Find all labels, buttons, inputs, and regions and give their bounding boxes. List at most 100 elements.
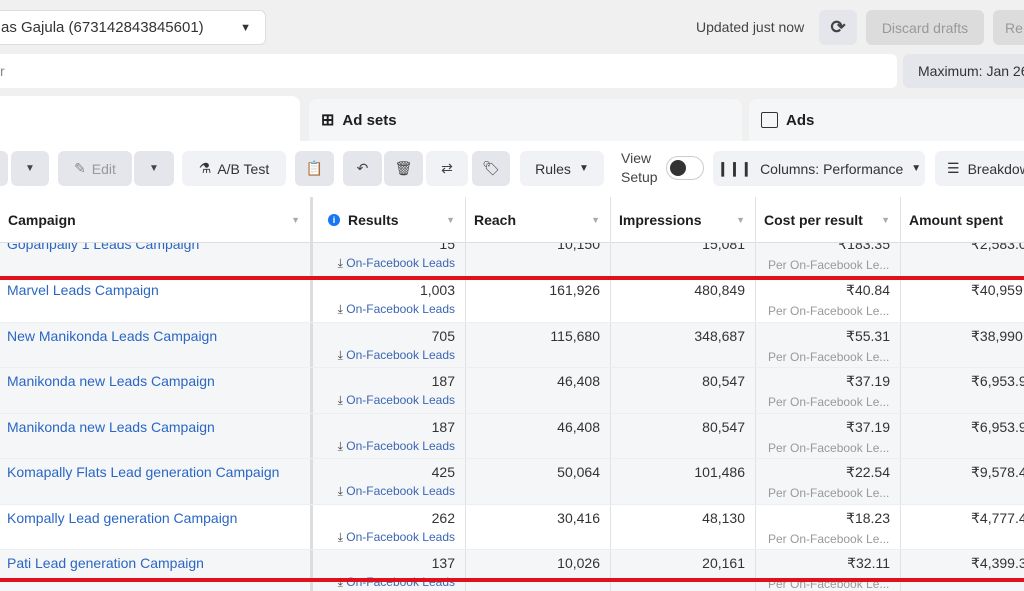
cell-name[interactable]: Komapally Flats Lead generation Campaign (0, 459, 313, 504)
table-row[interactable]: New Manikonda Leads Campaign 705 ⤓ On-Face… (0, 322, 1024, 368)
campaign-link[interactable]: Pati Lead generation Campaign (7, 555, 300, 571)
refresh-button[interactable]: ⟳ (819, 10, 857, 45)
table-row[interactable]: Kompally Lead generation Campaign 262 ⤓ On… (0, 504, 1024, 550)
rules-button[interactable]: Rules ▼ (520, 151, 604, 186)
sort-icon: ▼ (446, 215, 455, 225)
cell-reach: 161,926 (466, 277, 611, 322)
col-cost-per-result[interactable]: Cost per result ▼ (756, 197, 901, 243)
cell-name[interactable]: New Manikonda Leads Campaign (0, 322, 313, 367)
col-campaign[interactable]: Campaign ▼ (0, 197, 313, 243)
cell-impressions: 48,130 (611, 504, 756, 549)
result-type: ⤓ On-Facebook Leads (337, 302, 455, 316)
cell-cpr: ₹37.19 Per On-Facebook Le... (756, 368, 901, 413)
delete-button[interactable]: 🗑 (384, 151, 423, 186)
cost-type: Per On-Facebook Le... (768, 258, 890, 272)
result-type: ⤓ On-Facebook Leads (337, 347, 455, 362)
clipboard-icon: 📋 (305, 160, 324, 176)
cell-value: ₹6,953.9 (971, 373, 1024, 389)
cell-value: ₹40,959.0 (971, 282, 1024, 298)
cell-value: 480,849 (694, 282, 745, 298)
cell-value: ₹4,777.4 (971, 509, 1024, 526)
cell-value: ₹38,990.1 (971, 327, 1024, 344)
result-type: ⤓ On-Facebook Leads (337, 256, 455, 270)
cell-value: 161,926 (549, 282, 600, 298)
col-reach[interactable]: Reach ▼ (466, 197, 611, 243)
view-setup-toggle[interactable] (666, 156, 704, 180)
campaign-link[interactable]: Kompally Lead generation Campaign (7, 510, 300, 526)
create-button-part[interactable] (0, 151, 8, 186)
cell-value: ₹37.19 (846, 373, 890, 389)
pencil-icon: ✎ (74, 160, 86, 176)
highlight-line (0, 276, 1024, 280)
cost-type: Per On-Facebook Le... (768, 440, 890, 455)
cell-results: 1,003 ⤓ On-Facebook Leads (320, 277, 466, 322)
col-amount-spent[interactable]: Amount spent (901, 197, 1024, 243)
info-icon: i (328, 214, 340, 226)
view-setup-label: View Setup (621, 150, 658, 185)
cell-value: ₹22.54 (846, 464, 890, 480)
cell-value: 187 (431, 373, 455, 389)
ad-icon (761, 112, 778, 128)
edit-button[interactable]: ✎ Edit (58, 151, 132, 186)
cell-name[interactable]: Manikonda new Leads Campaign (0, 368, 313, 413)
download-icon: ⤓ (337, 256, 347, 270)
duplicate-button[interactable]: 📋 (295, 151, 334, 186)
cell-name[interactable]: Kompally Lead generation Campaign (0, 504, 313, 549)
ab-test-button[interactable]: ⚗ A/B Test (182, 151, 286, 186)
cell-value: 46,408 (557, 373, 600, 389)
edit-dropdown-button[interactable]: ▼ (134, 151, 174, 186)
chevron-down-icon: ▼ (911, 163, 922, 174)
col-impressions[interactable]: Impressions ▼ (611, 197, 756, 243)
cell-value: 30,416 (557, 509, 600, 526)
chevron-down-icon: ▼ (149, 163, 159, 174)
chevron-down-icon: ▼ (25, 163, 35, 174)
cell-value: ₹55.31 (846, 327, 890, 344)
cell-spent: ₹40,959.0 (901, 277, 1024, 322)
cell-spent: ₹9,578.4 (901, 459, 1024, 504)
cell-name[interactable]: Pati Lead generation Campaign (0, 550, 313, 591)
create-dropdown-button[interactable]: ▼ (11, 151, 49, 186)
cell-reach: 30,416 (466, 504, 611, 549)
cell-results: 262 ⤓ On-Facebook Leads (320, 504, 466, 549)
table-row[interactable]: Komapally Flats Lead generation Campaign… (0, 459, 1024, 505)
tab-campaigns[interactable] (0, 96, 300, 141)
account-name: as Gajula (673142843845601) (1, 19, 204, 36)
cell-value: 48,130 (702, 509, 745, 526)
search-input[interactable]: r (0, 54, 897, 88)
cell-name[interactable]: Marvel Leads Campaign (0, 277, 313, 322)
table-row[interactable]: Marvel Leads Campaign 1,003 ⤓ On-Facebook … (0, 277, 1024, 323)
tab-ad-sets[interactable]: ⊞ Ad sets (309, 99, 742, 141)
discard-drafts-button[interactable]: Discard drafts (866, 10, 984, 45)
campaign-link[interactable]: Manikonda new Leads Campaign (7, 373, 300, 389)
columns-button[interactable]: ❙❙❙ Columns: Performance ▼ (713, 151, 925, 186)
download-icon: ⤓ (337, 529, 347, 544)
cell-value: 348,687 (694, 327, 745, 344)
export-button[interactable]: ⇄ (426, 151, 468, 186)
cell-reach: 115,680 (466, 322, 611, 367)
account-selector[interactable]: as Gajula (673142843845601) ▼ (0, 10, 266, 45)
download-icon: ⤓ (337, 484, 347, 498)
table-row[interactable]: Manikonda new Leads Campaign 187 ⤓ On-Face… (0, 368, 1024, 414)
col-results[interactable]: i Results ▼ (320, 197, 466, 243)
date-range-button[interactable]: Maximum: Jan 26 (903, 54, 1024, 88)
undo-button[interactable]: ↶ (343, 151, 382, 186)
tag-button[interactable]: 🏷 (472, 151, 510, 186)
campaign-link[interactable]: Marvel Leads Campaign (7, 282, 300, 298)
undo-icon: ↶ (356, 160, 369, 176)
cell-impressions: 80,547 (611, 368, 756, 413)
cell-value: 137 (431, 555, 455, 571)
table-row[interactable]: Manikonda new Leads Campaign 187 ⤓ On-Face… (0, 413, 1024, 459)
campaign-link[interactable]: Komapally Flats Lead generation Campaign (7, 464, 300, 480)
campaign-link[interactable]: New Manikonda Leads Campaign (7, 328, 300, 344)
highlight-line (0, 578, 1024, 582)
breakdown-button[interactable]: ☰ Breakdow (935, 151, 1024, 186)
tab-ads[interactable]: Ads (749, 99, 1024, 141)
cell-name[interactable]: Manikonda new Leads Campaign (0, 413, 313, 458)
table-row[interactable]: Pati Lead generation Campaign 137 ⤓ On-Fac… (0, 550, 1024, 591)
cell-reach: 10,026 (466, 550, 611, 591)
cell-value: 50,064 (557, 464, 600, 480)
cell-impressions: 348,687 (611, 322, 756, 367)
campaign-link[interactable]: Manikonda new Leads Campaign (7, 419, 300, 435)
campaigns-table: Campaign ▼ i Results ▼ Reach ▼ Impressions ▼ … (0, 197, 1024, 591)
review-button[interactable]: Re (993, 10, 1024, 45)
